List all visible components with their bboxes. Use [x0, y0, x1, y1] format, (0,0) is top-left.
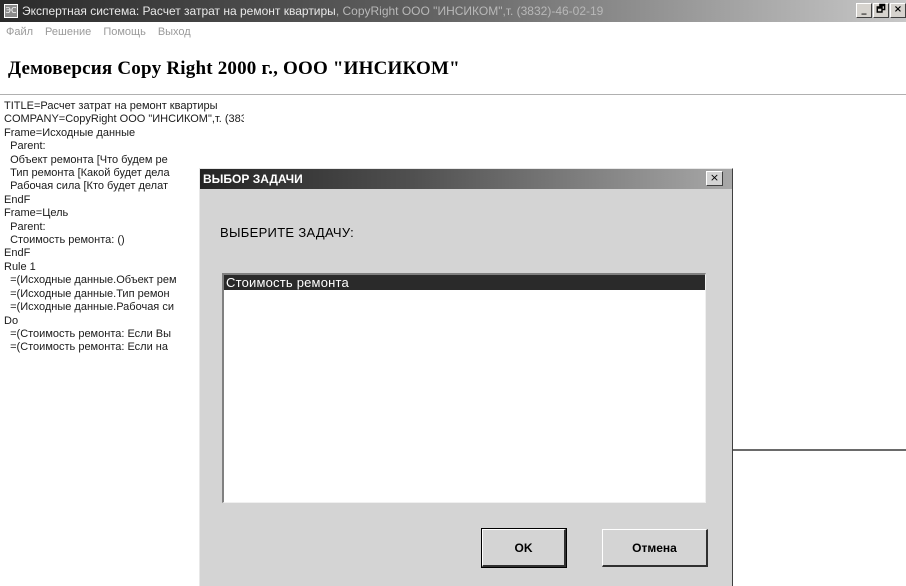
script-line: Frame=Исходные данные [4, 126, 136, 139]
list-item[interactable]: Стоимость ремонта [224, 275, 705, 290]
dialog-title: ВЫБОР ЗАДАЧИ [203, 172, 303, 186]
script-line: Parent: [4, 140, 46, 153]
task-listbox[interactable]: Стоимость ремонта [222, 273, 706, 503]
dialog-close-button[interactable]: × [706, 171, 723, 186]
window-title-main: Экспертная система: Расчет затрат на рем… [22, 4, 336, 18]
app-icon[interactable]: ЭС [4, 4, 18, 18]
menu-item-solve[interactable]: Решение [45, 26, 91, 38]
script-line: Объект ремонта [Что будем ре [4, 153, 168, 166]
script-line: TITLE=Расчет затрат на ремонт квартиры [4, 100, 218, 112]
task-selection-dialog: ВЫБОР ЗАДАЧИ × ВЫБЕРИТЕ ЗАДАЧУ: Стоимост… [199, 168, 733, 586]
close-button[interactable]: × [890, 3, 906, 18]
menu-item-exit[interactable]: Выход [158, 26, 191, 38]
dialog-title-bar[interactable]: ВЫБОР ЗАДАЧИ × [200, 169, 732, 189]
banner-divider [0, 94, 906, 96]
menu-item-help[interactable]: Помощь [103, 26, 146, 38]
minimize-button[interactable]: _ [856, 3, 872, 18]
ok-button[interactable]: OK [481, 528, 567, 568]
dialog-prompt: ВЫБЕРИТЕ ЗАДАЧУ: [220, 225, 355, 240]
window-controls: _ 🗗 × [855, 3, 906, 18]
cancel-button[interactable]: Отмена [602, 529, 708, 567]
window-title: Экспертная система: Расчет затрат на рем… [22, 4, 603, 18]
demo-banner: Демоверсия Copy Right 2000 г., ООО "ИНСИ… [8, 58, 460, 79]
menu-item-file[interactable]: Файл [6, 26, 33, 38]
maximize-button[interactable]: 🗗 [873, 3, 889, 18]
main-title-bar[interactable]: ЭС Экспертная система: Расчет затрат на … [0, 0, 906, 22]
script-line: COMPANY=CopyRight ООО "ИНСИКОМ",т. (3832… [4, 113, 244, 126]
listing-bottom-divider [732, 449, 906, 451]
window-title-suffix: , CopyRight ООО "ИНСИКОМ",т. (3832)-46-0… [335, 4, 604, 18]
menu-bar: Файл Решение Помощь Выход [0, 22, 906, 42]
